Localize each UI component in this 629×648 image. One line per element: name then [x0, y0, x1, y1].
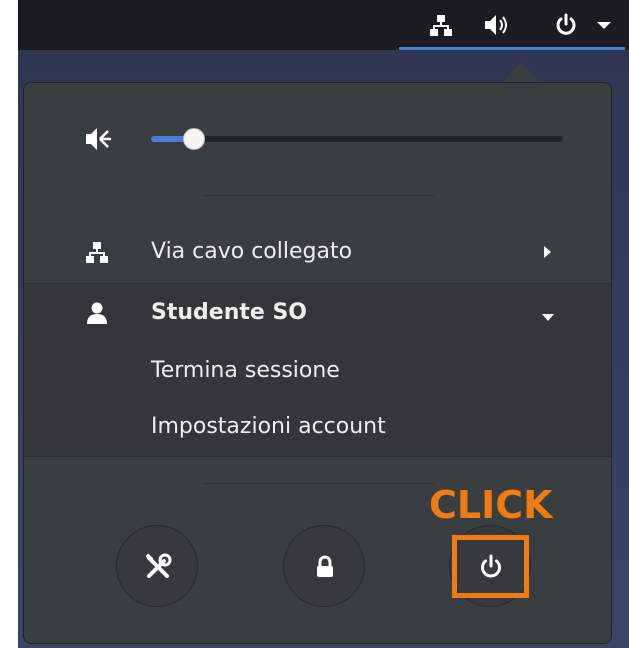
click-annotation-label: CLICK — [429, 483, 553, 527]
system-menu: Via cavo collegato Studente SO Termina s… — [23, 82, 612, 644]
user-icon — [85, 301, 109, 329]
network-label: Via cavo collegato — [151, 239, 353, 264]
network-wired-icon — [85, 240, 109, 268]
chevron-down-icon — [540, 308, 556, 327]
separator — [204, 195, 434, 196]
chevron-right-icon — [541, 244, 553, 264]
volume-icon — [483, 13, 507, 37]
account-settings-item[interactable]: Impostazioni account — [24, 399, 611, 456]
volume-slider-handle[interactable] — [183, 128, 205, 150]
logout-item[interactable]: Termina sessione — [24, 342, 611, 399]
desktop-background: Via cavo collegato Studente SO Termina s… — [18, 0, 629, 648]
volume-slider[interactable] — [151, 128, 563, 150]
lock-icon — [317, 555, 333, 577]
user-name: Studente SO — [151, 300, 307, 325]
popover-arrow — [503, 62, 539, 82]
system-status-area[interactable] — [399, 0, 625, 50]
network-wired-icon — [429, 13, 453, 37]
settings-tools-icon — [145, 553, 172, 578]
power-icon — [554, 13, 578, 37]
lock-button[interactable] — [283, 525, 365, 607]
click-annotation-box — [452, 535, 529, 598]
volume-slider-trough — [151, 136, 563, 142]
user-section: Studente SO Termina sessione Impostazion… — [24, 283, 611, 457]
settings-button[interactable] — [116, 525, 198, 607]
separator — [204, 483, 434, 484]
network-row[interactable]: Via cavo collegato — [24, 223, 611, 281]
menu-down-icon — [594, 13, 618, 37]
volume-muted-icon — [84, 125, 114, 157]
user-row[interactable]: Studente SO — [24, 284, 611, 342]
top-bar — [18, 0, 629, 50]
account-settings-label: Impostazioni account — [151, 414, 386, 439]
logout-label: Termina sessione — [151, 358, 340, 383]
